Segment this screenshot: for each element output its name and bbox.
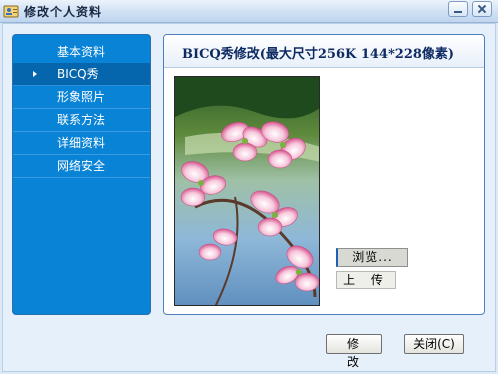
sidebar-item-bicq-show[interactable]: BICQ秀 (13, 63, 150, 86)
browse-button[interactable]: 浏览... (336, 248, 408, 267)
close-window-button[interactable] (472, 1, 492, 17)
sidebar-item-label: 形象照片 (57, 90, 106, 104)
sidebar-item-label: BICQ秀 (57, 67, 99, 81)
user-card-icon (3, 3, 19, 19)
close-button[interactable]: 关闭(C) (404, 334, 464, 354)
bicq-show-image (174, 76, 320, 306)
sidebar-item-security[interactable]: 网络安全 (13, 155, 150, 178)
upload-button[interactable]: 上 传 (336, 271, 396, 289)
panel-title: BICQ秀修改(最大尺寸256K 144*228像素) (182, 47, 455, 62)
sidebar-item-basic-info[interactable]: 基本资料 (13, 41, 150, 63)
sidebar-item-label: 基本资料 (57, 45, 106, 59)
modify-button[interactable]: 修 改 (326, 334, 382, 369)
arrow-right-icon (33, 71, 37, 77)
sidebar-nav: 基本资料 BICQ秀 形象照片 联系方法 详细资料 网络安全 (13, 35, 150, 178)
sidebar-item-details[interactable]: 详细资料 (13, 132, 150, 155)
minimize-button[interactable] (448, 1, 468, 17)
bicq-show-panel: BICQ秀修改(最大尺寸256K 144*228像素) 浏览... 上 传 (163, 34, 485, 315)
sidebar-item-label: 详细资料 (57, 136, 106, 150)
sidebar-item-contact[interactable]: 联系方法 (13, 109, 150, 132)
sidebar-item-label: 联系方法 (57, 113, 106, 127)
sidebar-item-label: 网络安全 (57, 159, 106, 173)
window-title: 修改个人资料 (24, 5, 103, 19)
sidebar: 基本资料 BICQ秀 形象照片 联系方法 详细资料 网络安全 (12, 34, 151, 315)
title-bar: 修改个人资料 (0, 0, 498, 23)
flower-photo (175, 77, 319, 305)
sidebar-item-photo[interactable]: 形象照片 (13, 86, 150, 109)
panel-header: BICQ秀修改(最大尺寸256K 144*228像素) (164, 35, 484, 68)
